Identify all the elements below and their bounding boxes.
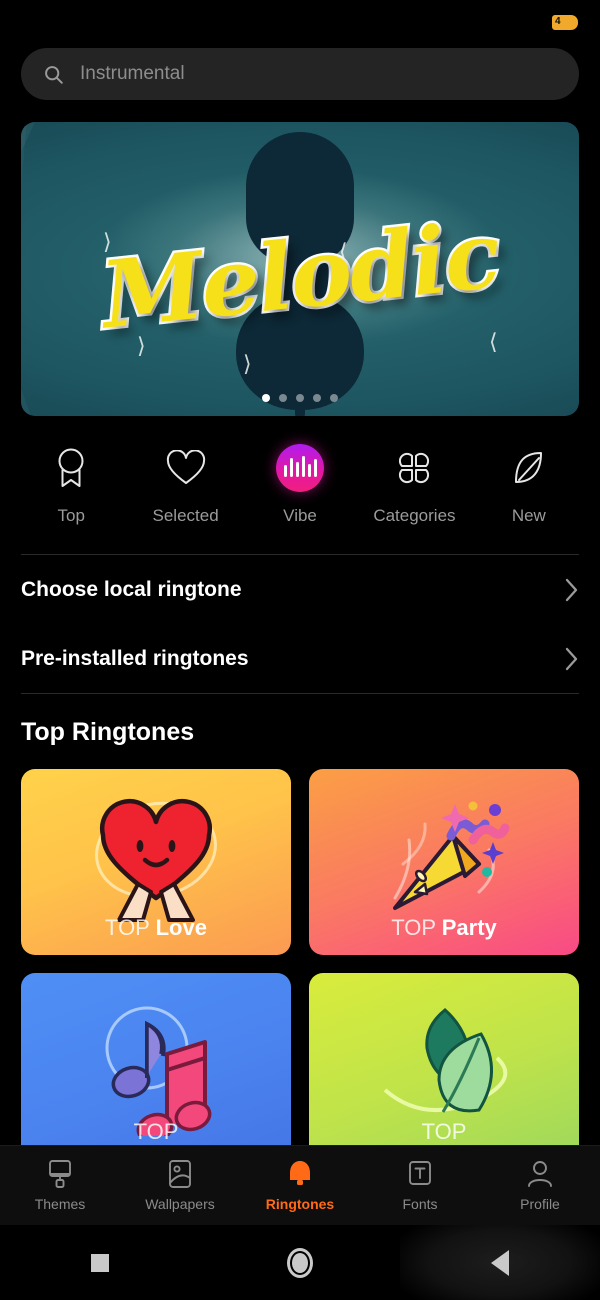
banner-section: ⟩ ⟩ ⟨ ⟩ ⟨ Melodic (0, 100, 600, 416)
chevron-right-icon (565, 578, 578, 601)
swirl-decoration-icon: ⟨ (489, 330, 498, 355)
bell-icon (290, 1161, 310, 1185)
carousel-dot[interactable] (296, 394, 304, 402)
nav-label: Profile (520, 1196, 560, 1212)
ringtone-card-party[interactable]: TOP Party (309, 769, 579, 955)
chevron-right-icon (565, 647, 578, 670)
quick-category-label: New (511, 506, 546, 525)
row-label: Choose local ringtone (21, 577, 242, 601)
top-ringtones-grid: TOP Love TOP Party TOP TOP (0, 747, 600, 1159)
card-label: TOP Love (105, 915, 207, 941)
search-placeholder: Instrumental (80, 63, 185, 84)
nav-label: Fonts (402, 1196, 438, 1212)
card-name: Party (441, 915, 497, 940)
search-section: Instrumental (0, 44, 600, 100)
nav-item-fonts[interactable]: Fonts (360, 1159, 480, 1212)
ringtone-card-music[interactable]: TOP (21, 973, 291, 1159)
carousel-dots[interactable] (21, 394, 579, 402)
page-title: Top Ringtones (21, 718, 195, 746)
heart-icon (162, 444, 210, 492)
waveform-icon (276, 444, 325, 492)
ringtone-app-screen: 4 Instrumental ⟩ ⟩ ⟨ ⟩ ⟨ Melodic Top Sel… (0, 0, 600, 1300)
home-button[interactable] (200, 1225, 400, 1300)
nav-item-profile[interactable]: Profile (480, 1159, 600, 1212)
card-prefix: TOP (391, 915, 436, 940)
nav-item-ringtones[interactable]: Ringtones (240, 1159, 360, 1212)
ringtone-card-love[interactable]: TOP Love (21, 769, 291, 955)
quick-category-row: Top Selected Vibe Categories New (0, 416, 600, 526)
system-navigation-bar (0, 1225, 600, 1300)
nav-item-wallpapers[interactable]: Wallpapers (120, 1159, 240, 1212)
back-button[interactable] (400, 1225, 600, 1300)
text-box-icon (409, 1161, 431, 1185)
status-bar: 4 (0, 0, 600, 44)
row-label: Pre-installed ringtones (21, 646, 249, 670)
battery-level-label: 4 (555, 16, 561, 27)
paint-brush-icon (49, 1160, 71, 1188)
card-label: TOP Party (391, 915, 497, 941)
row-choose-local-ringtone[interactable]: Choose local ringtone (21, 555, 579, 624)
card-prefix: TOP (133, 1119, 179, 1144)
carousel-dot[interactable] (279, 394, 287, 402)
nav-label: Wallpapers (145, 1196, 215, 1212)
quick-category-top[interactable]: Top (14, 444, 128, 526)
image-icon (169, 1160, 191, 1188)
swirl-decoration-icon: ⟩ (243, 352, 252, 377)
card-name: Love (155, 915, 207, 940)
banner-carousel[interactable]: ⟩ ⟩ ⟨ ⟩ ⟨ Melodic (21, 122, 579, 416)
nav-label: Themes (34, 1196, 86, 1212)
leaf-icon (505, 444, 553, 492)
ringtone-source-list: Choose local ringtone Pre-installed ring… (0, 555, 600, 693)
carousel-dot[interactable] (313, 394, 321, 402)
quick-category-label: Top (57, 506, 85, 525)
quick-category-label: Categories (373, 506, 456, 525)
carousel-dot[interactable] (330, 394, 338, 402)
quick-category-label: Selected (152, 506, 219, 525)
quick-category-label: Vibe (283, 506, 317, 525)
card-prefix: TOP (421, 1119, 467, 1144)
square-icon (91, 1253, 109, 1272)
ringtone-card-nature[interactable]: TOP (309, 973, 579, 1159)
search-input[interactable]: Instrumental (21, 48, 579, 100)
recents-button[interactable] (0, 1225, 200, 1300)
card-label: TOP (422, 1119, 467, 1145)
four-petal-icon (390, 444, 438, 492)
battery-charging-icon: 4 (552, 14, 578, 30)
circle-icon (287, 1247, 313, 1278)
quick-category-new[interactable]: New (472, 444, 586, 526)
person-icon (528, 1161, 552, 1187)
carousel-dot[interactable] (262, 394, 270, 402)
search-icon (45, 65, 63, 84)
triangle-icon (491, 1249, 509, 1276)
quick-category-vibe[interactable]: Vibe (243, 444, 357, 526)
row-pre-installed-ringtones[interactable]: Pre-installed ringtones (21, 624, 579, 693)
card-label: TOP (134, 1119, 179, 1145)
quick-category-categories[interactable]: Categories (357, 444, 471, 526)
card-prefix: TOP (105, 915, 150, 940)
nav-label: Ringtones (265, 1196, 335, 1212)
nav-item-themes[interactable]: Themes (0, 1159, 120, 1212)
award-badge-icon (47, 444, 95, 492)
quick-category-selected[interactable]: Selected (128, 444, 242, 526)
